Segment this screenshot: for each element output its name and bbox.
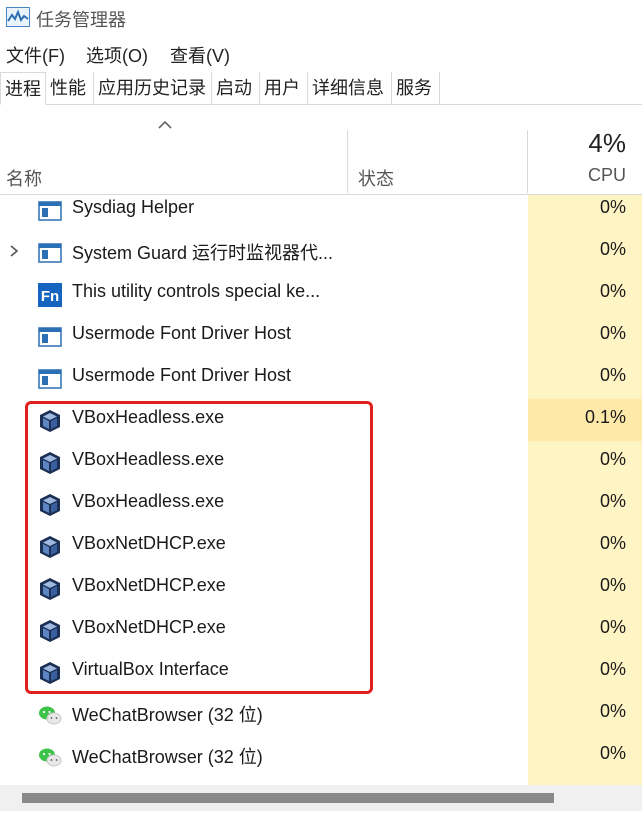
horizontal-scrollbar[interactable] (0, 785, 642, 811)
annotation-highlight-box (25, 401, 373, 694)
process-cpu: 0% (599, 323, 626, 343)
title-bar: 任务管理器 (0, 0, 642, 36)
column-header-row (0, 104, 642, 195)
process-cpu: 0% (599, 701, 626, 721)
process-cpu: 0% (599, 575, 626, 595)
process-cpu: 0% (599, 281, 626, 301)
table-row[interactable]: WeChatBrowser (32 位) 0% (0, 735, 642, 777)
window-title: 任务管理器 (36, 10, 126, 30)
process-name: Sysdiag Helper (72, 197, 195, 217)
column-divider[interactable] (527, 130, 528, 193)
process-cpu: 0% (599, 449, 626, 469)
window-app-icon (38, 241, 62, 265)
menu-file[interactable]: 文件(F) (6, 42, 65, 68)
wechat-icon (38, 745, 62, 769)
process-cpu: 0% (599, 491, 626, 511)
svg-text:Fn: Fn (41, 288, 59, 305)
column-name-header[interactable]: 名称 (6, 165, 42, 191)
cpu-total-percent[interactable]: 4% (588, 128, 626, 159)
tab-app-history[interactable]: 应用历史记录 (94, 72, 212, 104)
process-cpu: 0% (599, 197, 626, 217)
table-row[interactable]: Usermode Font Driver Host 0% (0, 315, 642, 357)
process-name: System Guard 运行时监视器代... (72, 243, 334, 263)
tab-performance[interactable]: 性能 (46, 72, 94, 104)
wechat-icon (38, 703, 62, 727)
process-name: This utility controls special ke... (72, 281, 321, 301)
process-cpu: 0% (599, 617, 626, 637)
process-cpu: 0% (599, 239, 626, 259)
tab-processes[interactable]: 进程 (0, 72, 46, 105)
window-app-icon (38, 367, 62, 391)
column-divider[interactable] (347, 130, 348, 193)
window-app-icon (38, 325, 62, 349)
table-row[interactable]: Fn This utility controls special ke... 0% (0, 273, 642, 315)
window-app-icon (38, 199, 62, 223)
process-cpu: 0% (599, 659, 626, 679)
tab-startup[interactable]: 启动 (212, 72, 260, 104)
table-row[interactable]: Usermode Font Driver Host 0% (0, 357, 642, 399)
fn-key-icon: Fn (38, 283, 62, 307)
column-status-header[interactable]: 状态 (358, 165, 394, 191)
process-name: Usermode Font Driver Host (72, 323, 292, 343)
tab-users[interactable]: 用户 (260, 72, 308, 104)
process-cpu: 0.1% (584, 407, 626, 427)
tab-services[interactable]: 服务 (392, 72, 440, 104)
table-row[interactable]: Sysdiag Helper 0% (0, 189, 642, 231)
process-cpu: 0% (599, 533, 626, 553)
table-row[interactable]: WeChatBrowser (32 位) 0% (0, 693, 642, 735)
task-manager-icon (6, 7, 30, 27)
sort-ascending-icon[interactable] (158, 120, 172, 130)
table-row[interactable]: System Guard 运行时监视器代... 0% (0, 231, 642, 273)
scrollbar-thumb[interactable] (22, 793, 554, 803)
process-cpu: 0% (599, 365, 626, 385)
tab-details[interactable]: 详细信息 (308, 72, 392, 104)
tab-bar: 进程 性能 应用历史记录 启动 用户 详细信息 服务 (0, 72, 642, 105)
menu-bar: 文件(F) 选项(O) 查看(V) (0, 40, 642, 70)
process-cpu: 0% (599, 743, 626, 763)
process-name: WeChatBrowser (32 位) (72, 747, 263, 767)
column-cpu-header[interactable]: CPU (588, 165, 626, 186)
process-name: Usermode Font Driver Host (72, 365, 292, 385)
menu-view[interactable]: 查看(V) (170, 42, 230, 68)
menu-options[interactable]: 选项(O) (86, 42, 148, 68)
chevron-right-icon[interactable] (8, 244, 20, 258)
process-name: WeChatBrowser (32 位) (72, 705, 263, 725)
